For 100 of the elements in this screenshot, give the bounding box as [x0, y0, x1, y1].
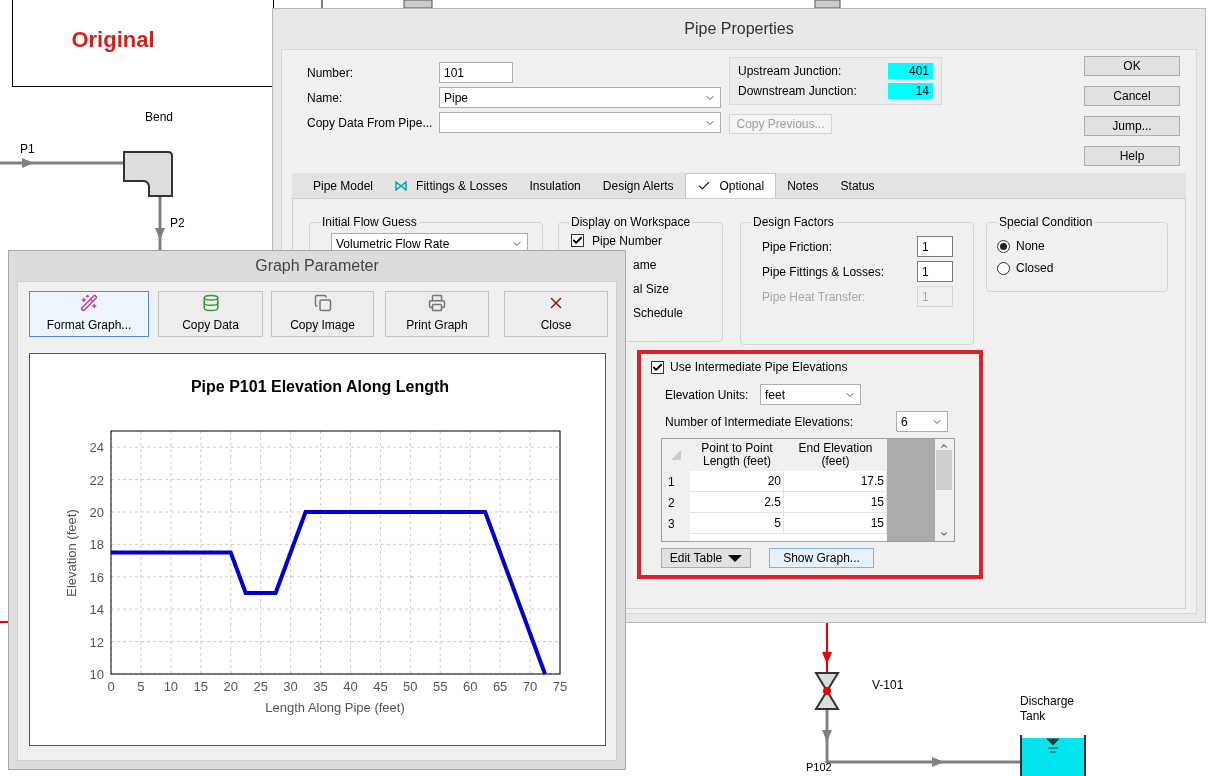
toolbar-button[interactable]: Close — [504, 291, 608, 337]
field-label: Downstream Junction: — [738, 83, 857, 100]
scroll-up-icon — [939, 441, 950, 451]
tab[interactable]: Design Alerts — [591, 173, 685, 198]
axis-tick-label: 20 — [89, 505, 104, 520]
table-cell: 20 — [690, 471, 784, 492]
table-cell: 5 — [690, 513, 784, 534]
toolbar-button[interactable]: Format Graph... — [29, 291, 149, 337]
tab[interactable]: Notes — [776, 173, 830, 198]
checkbox-label: Pipe Number — [592, 232, 663, 250]
dialog-button[interactable]: OK — [1084, 56, 1180, 76]
pipe-label: P102 — [806, 761, 832, 774]
printer-icon — [428, 294, 446, 312]
junction-value: 401 — [888, 63, 933, 79]
pipe-line — [822, 622, 832, 673]
tab[interactable]: Pipe Model — [302, 173, 385, 198]
scroll-thumb[interactable] — [936, 450, 953, 490]
pipe-line — [155, 197, 165, 250]
field-label: Upstream Junction: — [738, 63, 842, 80]
input-field[interactable]: 1 — [917, 261, 953, 282]
table-cell: 17.5 — [784, 471, 887, 492]
scroll-down-icon — [939, 529, 950, 539]
field-label: Number: — [307, 64, 354, 82]
column-header: Point to Point Length (feet) — [700, 440, 774, 470]
field-label: Copy Data From Pipe... — [307, 114, 434, 132]
toolbar-button[interactable]: Print Graph — [385, 291, 489, 337]
axis-tick-label: 22 — [89, 472, 104, 488]
toolbar-button[interactable]: Copy Data — [158, 291, 263, 337]
junction-label: Discharge Tank — [1020, 694, 1076, 724]
checkbox-label: al Size — [633, 281, 671, 297]
axis-tick-label: 25 — [253, 679, 268, 694]
field-label: Pipe Heat Transfer: — [762, 288, 866, 306]
checkbox-label: ame — [633, 257, 658, 273]
window-title: Pipe Properties — [684, 19, 794, 39]
field-label: Name: — [307, 89, 344, 107]
tab[interactable]: Fittings & Losses — [384, 173, 519, 198]
window-title: Graph Parameter — [255, 256, 379, 276]
checkbox-label: Use Intermediate Pipe Elevations — [670, 359, 848, 376]
radio-button[interactable] — [997, 261, 1010, 275]
toolbar-button[interactable]: Copy Image — [271, 291, 374, 337]
checkbox-label: Schedule — [633, 305, 685, 321]
radio-button[interactable] — [997, 239, 1010, 253]
junction-label: V-101 — [872, 677, 904, 694]
axis-tick-label: 14 — [89, 602, 104, 618]
radio-label: Closed — [1016, 260, 1054, 277]
junction-value: 14 — [888, 83, 933, 99]
note-text: Original — [71, 26, 155, 54]
axis-tick-label: 55 — [433, 679, 448, 694]
corner-icon — [671, 450, 681, 460]
valve-icon — [814, 672, 840, 710]
show-graph-button[interactable]: Show Graph... — [769, 548, 874, 568]
copy-icon — [313, 294, 332, 312]
dialog-button[interactable]: Help — [1084, 146, 1180, 166]
axis-tick-label: 70 — [522, 679, 538, 694]
bend-icon — [123, 151, 173, 197]
table-cell: 15 — [784, 513, 887, 534]
axis-tick-label: 45 — [373, 679, 388, 694]
radio-label: None — [1016, 238, 1045, 255]
input-field[interactable]: 101 — [439, 62, 513, 83]
pipe-line — [0, 621, 9, 623]
column-header: End Elevation (feet) — [797, 440, 874, 470]
dialog-button[interactable]: Cancel — [1084, 86, 1180, 106]
axis-tick-label: 10 — [89, 667, 104, 682]
chart-title: Pipe P101 Elevation Along Length — [190, 378, 450, 395]
dropdown[interactable]: Pipe — [439, 87, 721, 108]
tab[interactable]: Insulation — [518, 173, 592, 198]
dropdown[interactable]: 6 — [896, 411, 948, 432]
row-header: 1 — [667, 473, 676, 491]
axis-tick-label: 10 — [163, 679, 179, 694]
checkbox[interactable] — [651, 360, 664, 374]
axis-tick-label: 40 — [343, 679, 358, 694]
axis-tick-label: 65 — [492, 679, 508, 694]
checkbox[interactable] — [571, 234, 584, 247]
tab[interactable]: Status — [829, 173, 886, 198]
group-title: Initial Flow Guess — [320, 215, 419, 229]
axis-title: Length Along Pipe (feet) — [265, 700, 405, 715]
edit-table-button[interactable]: Edit Table — [661, 548, 751, 568]
axis-tick-label: 60 — [462, 679, 478, 694]
axis-tick-label: 15 — [193, 679, 209, 694]
field-label: Pipe Fittings & Losses: — [762, 263, 885, 281]
input-field[interactable]: 1 — [917, 236, 953, 257]
dropdown[interactable]: feet — [760, 384, 861, 405]
dialog-button[interactable]: Jump... — [1084, 116, 1180, 136]
bowtie-icon — [395, 180, 408, 191]
axis-tick-label: 16 — [89, 569, 104, 585]
caret-icon — [728, 554, 743, 562]
axis-tick-label: 20 — [223, 679, 238, 694]
axis-tick-label: 0 — [107, 679, 115, 694]
field-label: Elevation Units: — [665, 386, 750, 404]
axis-tick-label: 75 — [552, 679, 568, 694]
field-label: Number of Intermediate Elevations: — [665, 413, 855, 431]
tab[interactable]: Optional — [684, 173, 777, 198]
table-cell: 15 — [784, 492, 887, 513]
row-header: 3 — [667, 515, 676, 533]
group-title: Design Factors — [751, 215, 836, 229]
check-icon — [696, 179, 711, 193]
pipe-label: P2 — [170, 215, 185, 232]
axis-tick-label: 5 — [137, 679, 145, 694]
axis-title: Elevation (feet) — [64, 509, 79, 597]
junction-label: Bend — [145, 109, 174, 126]
